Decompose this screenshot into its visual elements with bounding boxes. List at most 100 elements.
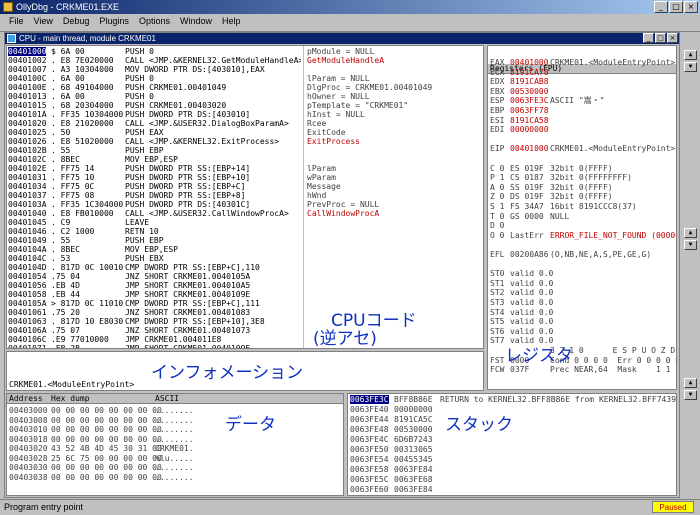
disasm-address[interactable]: 00401034 (8, 182, 47, 191)
register-value[interactable]: valid 0.0 (510, 288, 553, 297)
menu-debug[interactable]: Debug (58, 14, 95, 29)
register-value[interactable]: 00000000 (510, 125, 549, 134)
disasm-address[interactable]: 00401015 (8, 101, 47, 110)
minimize-button[interactable]: _ (654, 1, 668, 13)
cpu-minimize-button[interactable]: _ (643, 33, 654, 43)
stack-value[interactable]: 00313065 (394, 445, 433, 454)
disasm-instruction[interactable]: RETN 10 (125, 227, 301, 236)
disasm-address[interactable]: 00401046 (8, 227, 47, 236)
stack-address[interactable]: 0063FE48 (350, 425, 389, 434)
disasm-address[interactable]: 00401000 (8, 47, 47, 56)
register-value[interactable]: CS 0187 (510, 173, 544, 182)
dump-address[interactable]: 00403010 (9, 425, 48, 434)
disasm-address[interactable]: 0040104C (8, 254, 47, 263)
menu-window[interactable]: Window (175, 14, 217, 29)
disasm-address[interactable]: 00401013 (8, 92, 47, 101)
registers-pane[interactable]: Registers (FPU) EAX 00401000 CRKME01.<Modu… (487, 45, 677, 390)
disasm-instruction[interactable]: CALL <JMP.&USER32.CallWindowProcA> (125, 209, 301, 218)
disasm-instruction[interactable]: JMP CRKME01.004011E8 (125, 335, 301, 344)
disasm-address[interactable]: 00401037 (8, 191, 47, 200)
stack-value[interactable]: 0063FE84 (394, 465, 433, 474)
disasm-instruction[interactable]: PUSH DWORD PTR DS:[40301C] (125, 200, 301, 209)
dump-address[interactable]: 00403020 (9, 444, 48, 453)
disasm-instruction[interactable]: PUSH DWORD PTR SS:[EBP+10] (125, 173, 301, 182)
disasm-instruction[interactable]: PUSH 0 (125, 47, 301, 56)
disasm-address[interactable]: 00401031 (8, 173, 47, 182)
scroll-up-arrow-icon[interactable]: ▲ (684, 378, 697, 388)
register-value[interactable]: DS 019F (510, 192, 544, 201)
disasm-address[interactable]: 00401007 (8, 65, 47, 74)
disasm-address[interactable]: 0040102C (8, 155, 47, 164)
stack-value[interactable]: BFF8B86E (394, 395, 433, 404)
disasm-instruction[interactable]: MOV EBP,ESP (125, 155, 301, 164)
stack-value[interactable]: 0063FE84 (394, 485, 433, 494)
dump-hex-bytes[interactable]: 00 00 00 00 00 00 00 00 (51, 416, 162, 425)
dump-address[interactable]: 00403030 (9, 463, 48, 472)
register-value[interactable]: 8191CA58 (510, 116, 549, 125)
disasm-address[interactable]: 0040100E (8, 83, 47, 92)
scroll-down-arrow-icon[interactable]: ▼ (684, 240, 697, 250)
disasm-address[interactable]: 0040104A (8, 245, 47, 254)
register-value[interactable]: 0063FF78 (510, 106, 549, 115)
disasm-instruction[interactable]: CMP DWORD PTR SS:[EBP+C],110 (125, 263, 301, 272)
disasm-address[interactable]: 00401045 (8, 218, 47, 227)
disasm-address[interactable]: 00401026 (8, 137, 47, 146)
disasm-instruction[interactable]: PUSH EAX (125, 128, 301, 137)
register-value[interactable]: 0063FE3C (510, 96, 549, 105)
disasm-instruction[interactable]: JMP SHORT CRKME01.004010A5 (125, 281, 301, 290)
menu-options[interactable]: Options (134, 14, 175, 29)
disasm-instruction[interactable]: CMP DWORD PTR SS:[EBP+10],3E8 (125, 317, 301, 326)
disasm-address[interactable]: 0040100C (8, 74, 47, 83)
register-value[interactable]: valid 0.0 (510, 279, 553, 288)
disasm-instruction[interactable]: PUSH DWORD PTR SS:[EBP+14] (125, 164, 301, 173)
disasm-address[interactable]: 00401049 (8, 236, 47, 245)
register-value[interactable]: LastErr (510, 231, 544, 240)
dump-hex-bytes[interactable]: 00 00 00 00 00 00 00 00 (51, 406, 162, 415)
register-value[interactable]: valid 0.0 (510, 269, 553, 278)
disasm-address[interactable]: 00401020 (8, 119, 47, 128)
disasm-address[interactable]: 0040103A (8, 200, 47, 209)
register-value[interactable]: 00530000 (510, 87, 549, 96)
disasm-instruction[interactable]: PUSH 0 (125, 74, 301, 83)
disasm-instruction[interactable]: PUSH 0 (125, 92, 301, 101)
disasm-address[interactable]: 0040102B (8, 146, 47, 155)
disasm-address[interactable]: 0040105A (8, 299, 47, 308)
disasm-instruction[interactable]: JNZ SHORT CRKME01.00401073 (125, 326, 301, 335)
disasm-address[interactable]: 00401063 (8, 317, 47, 326)
disasm-address[interactable]: 00401002 (8, 56, 47, 65)
disasm-instruction[interactable]: PUSH DWORD PTR DS:[403010] (125, 110, 301, 119)
disasm-instruction[interactable]: CALL <JMP.&KERNEL32.ExitProcess> (125, 137, 301, 146)
dump-hex-bytes[interactable]: 43 52 4B 4D 45 30 31 00 (51, 444, 162, 453)
disassembly-pane[interactable]: 00401000 $ 6A 00 PUSH 0 00401002 . E8 7E0200… (6, 45, 484, 349)
disasm-instruction[interactable]: MOV EBP,ESP (125, 245, 301, 254)
register-value[interactable]: valid 0.0 (510, 327, 553, 336)
stack-address[interactable]: 0063FE4C (350, 435, 389, 444)
disasm-instruction[interactable]: MOV DWORD PTR DS:[403010],EAX (125, 65, 301, 74)
register-value[interactable]: ES 019F (510, 164, 544, 173)
scroll-down-arrow-icon[interactable]: ▼ (684, 62, 697, 72)
stack-value[interactable]: 00455345 (394, 455, 433, 464)
disasm-instruction[interactable]: PUSH DWORD PTR SS:[EBP+C] (125, 182, 301, 191)
dump-hex-bytes[interactable]: 25 6C 75 00 00 00 00 00 (51, 454, 162, 463)
disasm-instruction[interactable]: PUSH DWORD PTR SS:[EBP+8] (125, 191, 301, 200)
cpu-maximize-button[interactable]: □ (655, 33, 666, 43)
cpu-window-title-bar[interactable]: CPU - main thread, module CRKME01 _ □ × (5, 33, 679, 44)
outer-scrollbar[interactable]: ▲ ▼ ▲ ▼ ▲ ▼ (681, 48, 700, 498)
dump-address[interactable]: 00403000 (9, 406, 48, 415)
stack-value[interactable]: 0063FE68 (394, 475, 433, 484)
register-value[interactable]: valid 0.0 (510, 317, 553, 326)
register-value[interactable]: 00401000 (510, 144, 549, 153)
register-value[interactable]: 00200A86 (510, 250, 549, 259)
stack-address[interactable]: 0063FE58 (350, 465, 389, 474)
menu-plugins[interactable]: Plugins (94, 14, 134, 29)
menu-file[interactable]: File (4, 14, 29, 29)
scroll-up-arrow-icon[interactable]: ▲ (684, 50, 697, 60)
disasm-instruction[interactable]: JNZ SHORT CRKME01.0040105A (125, 272, 301, 281)
register-value[interactable]: 00401000 (510, 58, 549, 67)
disasm-instruction[interactable]: PUSH EBP (125, 236, 301, 245)
disasm-instruction[interactable]: PUSH EBP (125, 146, 301, 155)
dump-hex-bytes[interactable]: 00 00 00 00 00 00 00 00 (51, 435, 162, 444)
disasm-instruction[interactable]: CALL <JMP.&KERNEL32.GetModuleHandleA> (125, 56, 301, 65)
stack-value[interactable]: 00530000 (394, 425, 433, 434)
register-value[interactable]: 8191CA78 (510, 68, 549, 77)
